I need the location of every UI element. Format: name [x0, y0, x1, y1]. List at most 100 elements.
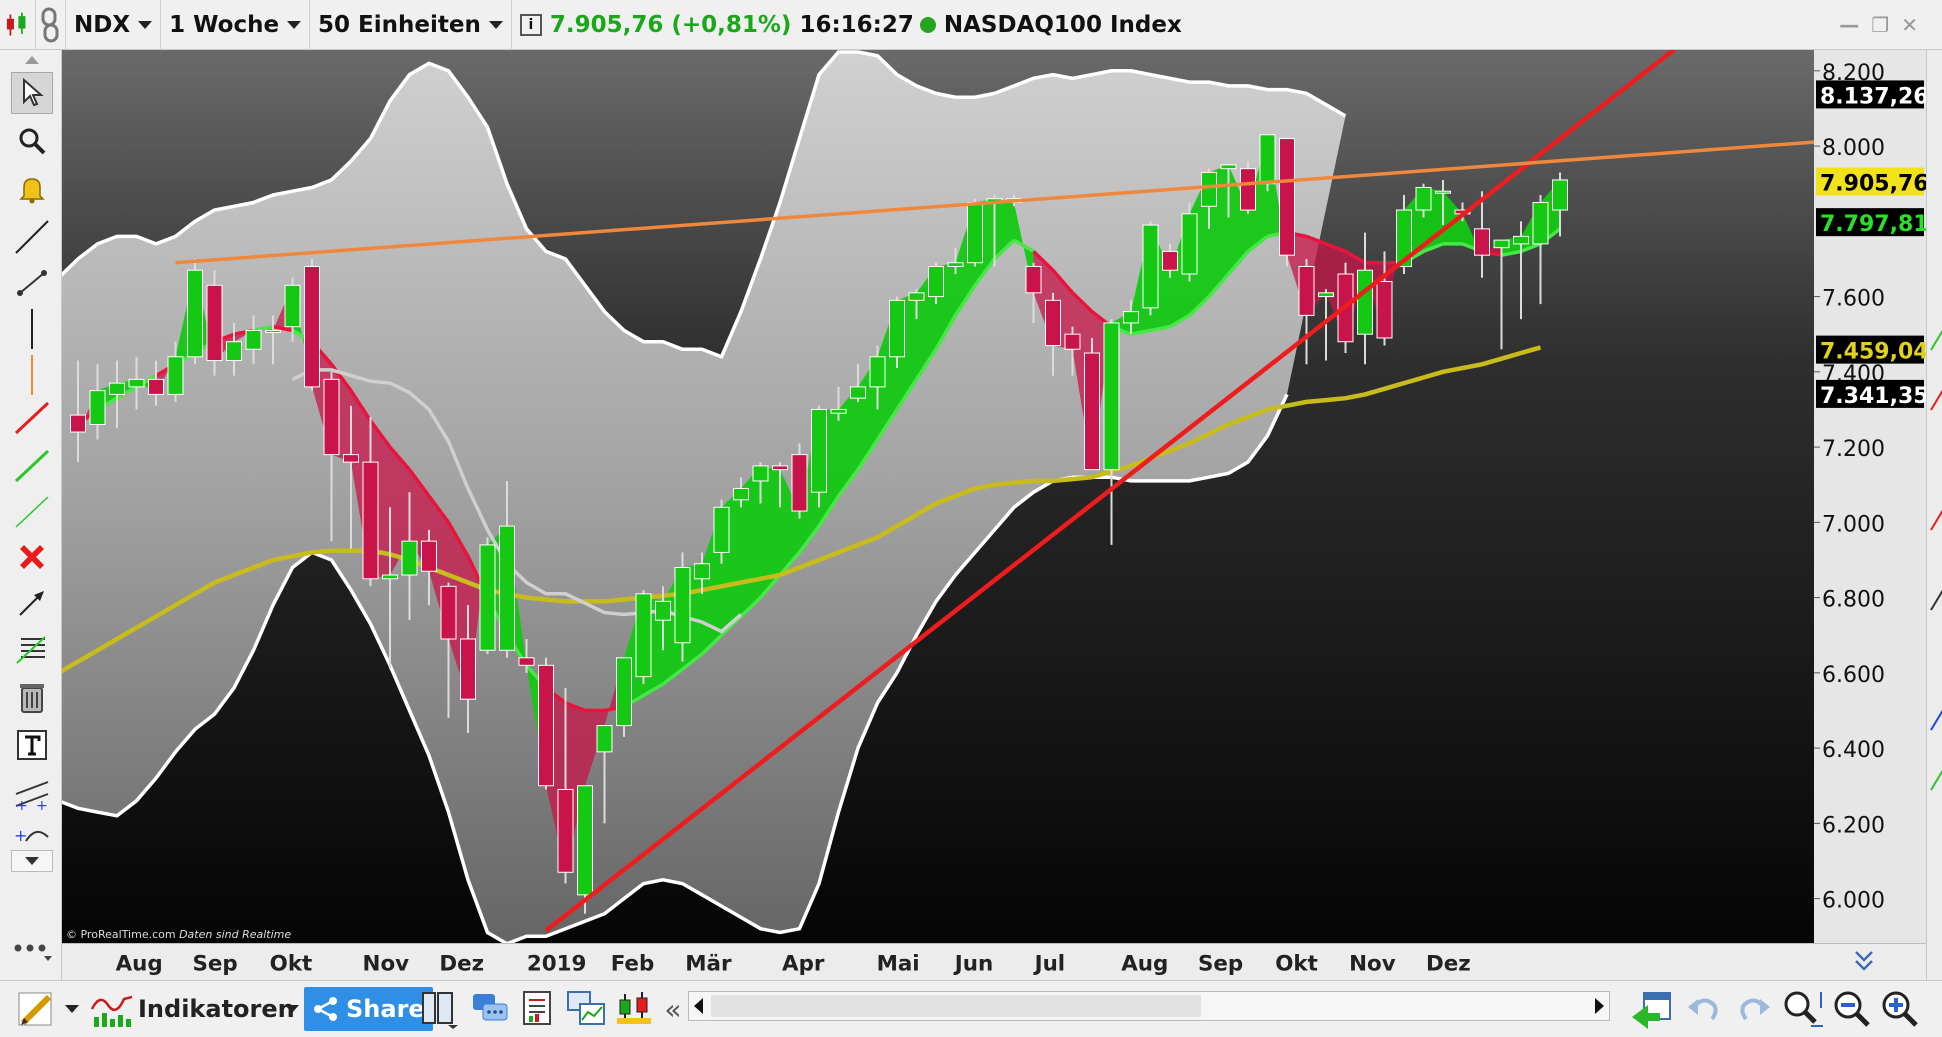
units-label: 50 Einheiten	[318, 11, 481, 38]
right-side-strip	[1926, 50, 1942, 980]
chevron-up-icon	[25, 56, 39, 64]
restore-icon[interactable]: ❐	[1871, 13, 1889, 37]
candle-body	[304, 265, 320, 388]
segment-line-icon	[17, 270, 47, 296]
watermark: © ProRealTime.com Daten sind Realtime	[66, 928, 291, 941]
candle-body	[265, 329, 281, 333]
scroll-up-button[interactable]	[11, 50, 53, 70]
period-selector[interactable]: 1 Woche	[161, 0, 311, 50]
indicators-label: Indikatoren	[138, 995, 295, 1023]
units-selector[interactable]: 50 Einheiten	[310, 0, 512, 50]
price-tick-label: 8.000	[1822, 136, 1885, 161]
price-tag-label: 7.905,76	[1820, 172, 1926, 197]
chart-type-button[interactable]	[0, 0, 36, 50]
scroll-down-button[interactable]	[11, 850, 53, 872]
horizontal-scrollbar[interactable]	[688, 991, 1610, 1021]
price-tag: 7.905,76	[1816, 167, 1926, 197]
delete-drawings-tool[interactable]	[11, 536, 53, 578]
minimize-icon[interactable]: —	[1839, 13, 1859, 37]
candle-body	[1181, 213, 1198, 275]
arrow-line-tool[interactable]	[11, 582, 53, 624]
candle-body	[1259, 134, 1276, 185]
indicators-button[interactable]: Indikatoren	[138, 987, 295, 1031]
zoom-out-button[interactable]	[1830, 987, 1874, 1031]
orange-line-tool[interactable]	[11, 354, 53, 396]
link-icon-button[interactable]	[36, 0, 66, 50]
arrow-line-icon	[19, 591, 44, 616]
segment-tool[interactable]	[11, 262, 53, 304]
vertical-line-tool[interactable]	[11, 308, 53, 350]
drawing-mode-dropdown[interactable]	[62, 987, 82, 1031]
trading-button[interactable]	[612, 987, 656, 1031]
price-tag-label: 8.137,26	[1820, 84, 1926, 109]
price-axis[interactable]: 8.2008.0007.6007.4007.2007.0006.8006.600…	[1814, 50, 1926, 943]
top-toolbar: NDX 1 Woche 50 Einheiten i 7.905,76 (+0,…	[0, 0, 1942, 50]
candle-body	[1493, 239, 1510, 249]
line-tool[interactable]	[11, 216, 53, 258]
candle-body	[772, 465, 788, 471]
time-axis-label: Mai	[877, 951, 920, 976]
time-axis-label: Sep	[192, 951, 237, 976]
candle-body	[1220, 164, 1237, 170]
close-icon[interactable]: ✕	[1901, 13, 1918, 37]
candle-body	[1513, 235, 1529, 245]
time-axis-label: Okt	[1275, 951, 1318, 976]
share-label: Share	[346, 995, 425, 1023]
multi-chart-button[interactable]	[564, 987, 608, 1031]
candle-body	[245, 329, 262, 350]
scrollbar-thumb[interactable]	[711, 995, 1201, 1017]
partial-tool[interactable]: +	[11, 820, 53, 846]
channel-tool[interactable]: + +	[11, 772, 53, 814]
text-tool[interactable]	[11, 724, 53, 766]
trash-tool[interactable]	[11, 676, 53, 718]
candle-body	[1415, 186, 1432, 211]
alert-tool[interactable]	[11, 168, 53, 210]
candle-body	[1162, 250, 1178, 271]
layout-button[interactable]	[418, 987, 462, 1031]
symbol-selector[interactable]: NDX	[66, 0, 162, 50]
green-line-tool[interactable]	[11, 444, 53, 486]
time-axis-label: Jul	[1033, 951, 1066, 976]
order-candles-icon	[617, 992, 651, 1024]
fibonacci-tool[interactable]	[11, 628, 53, 670]
chevron-down-icon	[488, 20, 503, 29]
red-line-tool[interactable]	[11, 396, 53, 438]
bullish-candle	[967, 198, 983, 267]
chevron-right-icon[interactable]	[1589, 992, 1609, 1020]
chevron-left-icon[interactable]	[689, 992, 709, 1020]
price-tag: 7.459,04	[1816, 335, 1926, 365]
indicators-dropdown[interactable]	[282, 987, 302, 1031]
scroll-left-fast-button[interactable]: «	[660, 987, 686, 1031]
auto-zoom-button[interactable]	[1780, 987, 1826, 1031]
bearish-candle	[791, 443, 808, 519]
zoom-tool[interactable]	[11, 120, 53, 162]
share-button[interactable]: Share	[304, 987, 433, 1031]
zoom-in-button[interactable]	[1878, 987, 1922, 1031]
indicators-icon-button[interactable]	[88, 987, 136, 1031]
axis-corner	[1814, 943, 1926, 980]
redo-button[interactable]	[1734, 987, 1774, 1031]
drawing-mode-button[interactable]	[10, 987, 60, 1031]
double-chevron-down-icon[interactable]	[1814, 944, 1926, 981]
candle-body	[1045, 299, 1061, 346]
chat-button[interactable]	[468, 987, 512, 1031]
bearish-candle	[538, 657, 554, 790]
thin-green-line-tool[interactable]	[11, 490, 53, 532]
info-icon[interactable]: i	[519, 13, 542, 36]
candle-body	[928, 265, 944, 298]
price-tag: 8.137,26	[1816, 80, 1926, 109]
report-button[interactable]	[516, 987, 560, 1031]
candle-body	[1279, 138, 1295, 256]
candle-body	[635, 593, 652, 678]
time-axis-label: 2019	[527, 951, 587, 976]
candle-body	[889, 299, 905, 358]
chevron-down-icon	[25, 857, 39, 865]
candlestick-icon	[6, 12, 26, 36]
undo-button[interactable]	[1684, 987, 1724, 1031]
price-chart[interactable]: © ProRealTime.com Daten sind Realtime	[62, 50, 1814, 943]
cursor-tool[interactable]	[11, 72, 53, 114]
candle-body	[518, 657, 535, 666]
go-to-date-button[interactable]	[1628, 987, 1676, 1031]
time-axis[interactable]: Aug Sep Okt Nov Dez 2019 Feb Mär Apr Mai Jun Jul Aug…	[62, 943, 1814, 980]
more-tools-button[interactable]	[11, 930, 53, 970]
